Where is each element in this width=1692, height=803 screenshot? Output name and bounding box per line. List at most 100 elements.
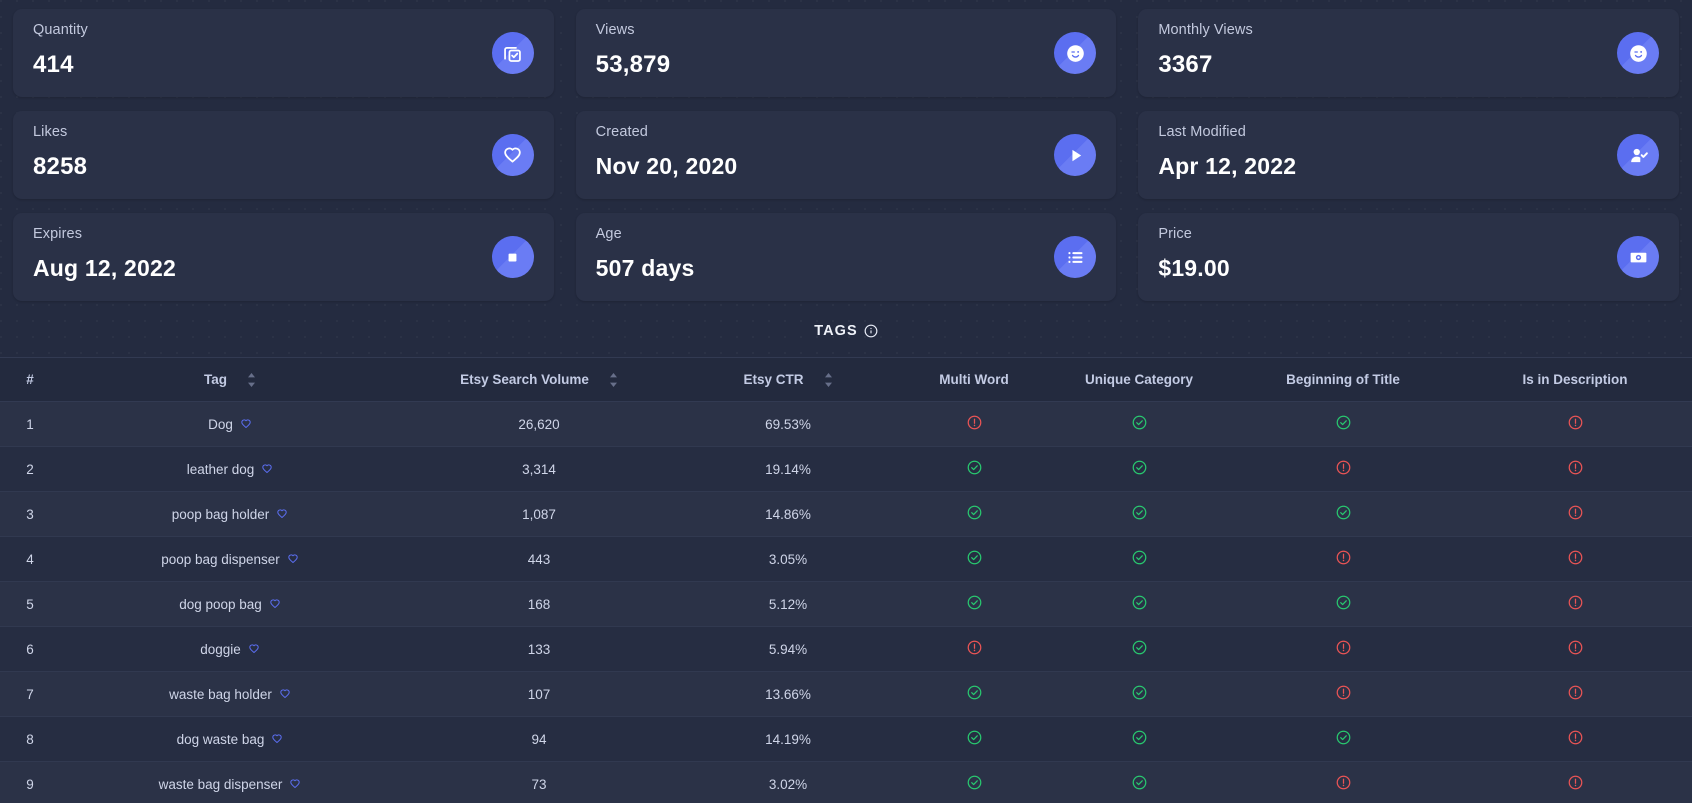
tag-label: Dog [208,416,233,432]
table-row[interactable]: 5 dog poop bag 168 5.12% [0,581,1692,627]
row-beginning-of-title-status [1228,716,1458,762]
stat-card-likes: Likes 8258 [13,111,554,199]
tag-cell-inner: poop bag dispenser [161,552,299,567]
column-header-multi-word: Multi Word [898,357,1050,402]
row-multi-word-status [898,716,1050,762]
stat-card-label: Last Modified [1158,124,1246,140]
table-row[interactable]: 8 dog waste bag 94 14.19% [0,716,1692,762]
stat-card-value: 53,879 [595,50,671,78]
row-tag-cell: doggie [60,626,400,672]
row-tag-cell: waste bag dispenser [60,761,400,803]
column-header-etsy-ctr[interactable]: Etsy CTR [678,357,898,402]
sort-toggle-icon[interactable] [824,372,833,387]
heart-outline-icon[interactable] [276,508,288,520]
heart-outline-icon[interactable] [287,553,299,565]
row-is-in-description-status [1458,446,1692,492]
heart-outline-icon[interactable] [279,688,291,700]
info-icon[interactable] [864,324,878,338]
stat-card-label: Age [595,226,622,242]
check-circle-icon [1132,685,1147,700]
column-header-label: Beginning of Title [1286,372,1400,387]
stat-card-value: 414 [33,50,74,78]
row-tag-cell: dog poop bag [60,581,400,627]
row-unique-category-status [1050,761,1228,803]
column-header-label: Is in Description [1522,372,1628,387]
row-beginning-of-title-status [1228,536,1458,582]
row-multi-word-status [898,536,1050,582]
column-header-etsy-search-volume[interactable]: Etsy Search Volume [400,357,678,402]
table-row[interactable]: 3 poop bag holder 1,087 14.86% [0,491,1692,537]
tag-cell-inner: waste bag holder [169,687,291,702]
smiley-wink-icon [1617,32,1659,74]
row-multi-word-status [898,401,1050,447]
column-header-label: Multi Word [939,372,1009,387]
heart-outline-icon[interactable] [271,733,283,745]
heart-outline-icon[interactable] [269,598,281,610]
table-row[interactable]: 1 Dog 26,620 69.53% [0,401,1692,447]
row-search-volume: 133 [400,626,678,672]
stat-card-value: 3367 [1158,50,1213,78]
stat-card-label: Created [595,124,648,140]
row-multi-word-status [898,491,1050,537]
table-row[interactable]: 2 leather dog 3,314 19.14% [0,446,1692,492]
check-circle-icon [967,685,982,700]
row-search-volume: 1,087 [400,491,678,537]
tag-label: dog waste bag [176,731,265,747]
row-beginning-of-title-status [1228,581,1458,627]
column-header-: # [0,357,60,402]
table-row[interactable]: 7 waste bag holder 107 13.66% [0,671,1692,717]
stat-card-monthly-views: Monthly Views 3367 [1138,9,1679,97]
row-beginning-of-title-status [1228,446,1458,492]
heart-outline-icon[interactable] [261,463,273,475]
row-index: 3 [0,491,60,537]
row-unique-category-status [1050,536,1228,582]
alert-circle-icon [1568,415,1583,430]
heart-outline-icon[interactable] [240,418,252,430]
heart-outline-icon[interactable] [289,778,301,790]
tags-table-body: 1 Dog 26,620 69.53% 2 leather dog 3,314 19.14% 3… [0,401,1692,803]
sort-toggle-icon[interactable] [609,372,618,387]
tags-title-text: TAGS [814,323,858,339]
check-circle-icon [967,730,982,745]
table-row[interactable]: 9 waste bag dispenser 73 3.02% [0,761,1692,803]
column-header-tag[interactable]: Tag [60,357,400,402]
stat-card-label: Views [595,22,635,38]
row-ctr: 14.19% [678,716,898,762]
stat-card-label: Expires [33,226,83,242]
row-unique-category-status [1050,716,1228,762]
check-circle-icon [1132,550,1147,565]
stat-card-value: Aug 12, 2022 [33,254,177,281]
table-row[interactable]: 6 doggie 133 5.94% [0,626,1692,672]
check-circle-icon [1132,640,1147,655]
check-circle-icon [967,595,982,610]
stat-card-label: Price [1158,226,1192,242]
row-unique-category-status [1050,491,1228,537]
alert-circle-icon [967,415,982,430]
money-icon [1617,236,1659,278]
stat-card-quantity: Quantity 414 [13,9,554,97]
table-row[interactable]: 4 poop bag dispenser 443 3.05% [0,536,1692,582]
row-ctr: 3.02% [678,761,898,803]
row-tag-cell: dog waste bag [60,716,400,762]
column-header-unique-category: Unique Category [1050,357,1228,402]
row-ctr: 69.53% [678,401,898,447]
row-beginning-of-title-status [1228,401,1458,447]
row-beginning-of-title-status [1228,491,1458,537]
sort-toggle-icon[interactable] [247,372,256,387]
column-header-inner: Etsy Search Volume [460,372,618,387]
check-circle-icon [1132,505,1147,520]
alert-circle-icon [1336,550,1351,565]
column-header-label: Etsy CTR [743,372,804,387]
column-header-inner: # [26,372,34,387]
stat-card-value: $19.00 [1158,254,1230,281]
row-search-volume: 73 [400,761,678,803]
row-index: 4 [0,536,60,582]
stat-card-label: Likes [33,124,68,140]
column-header-inner: Is in Description [1522,372,1627,387]
row-unique-category-status [1050,626,1228,672]
row-unique-category-status [1050,581,1228,627]
row-tag-cell: waste bag holder [60,671,400,717]
heart-outline-icon[interactable] [248,643,260,655]
row-multi-word-status [898,446,1050,492]
tag-cell-inner: doggie [200,642,260,657]
